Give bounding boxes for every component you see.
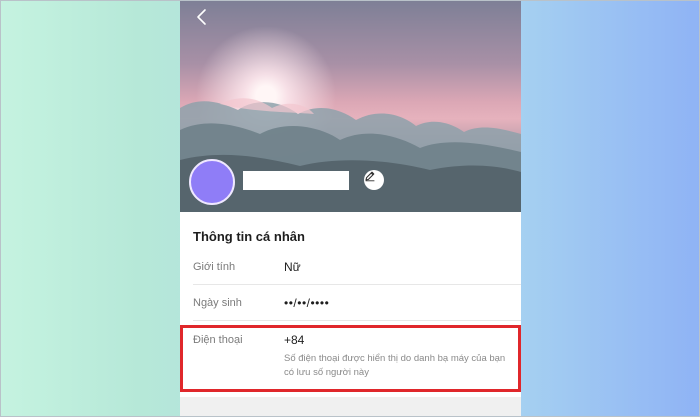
personal-info-panel: Thông tin cá nhân Giới tính Nữ Ngày sinh… bbox=[180, 212, 521, 397]
birthday-value: ••/••/•••• bbox=[284, 296, 330, 310]
section-title: Thông tin cá nhân bbox=[193, 229, 305, 244]
divider bbox=[193, 320, 521, 321]
pencil-icon[interactable] bbox=[364, 170, 384, 190]
cover-photo[interactable] bbox=[180, 0, 521, 212]
profile-screen: Thông tin cá nhân Giới tính Nữ Ngày sinh… bbox=[180, 0, 521, 417]
phone-note: Số điện thoại được hiển thị do danh bạ m… bbox=[284, 353, 506, 378]
phone-label: Điện thoại bbox=[193, 334, 243, 346]
birthday-label: Ngày sinh bbox=[193, 297, 242, 309]
phone-value: +84 bbox=[284, 333, 305, 347]
avatar[interactable] bbox=[189, 159, 235, 205]
display-name-field bbox=[243, 171, 349, 190]
gender-label: Giới tính bbox=[193, 261, 236, 273]
chevron-left-icon[interactable] bbox=[192, 7, 212, 27]
gender-value: Nữ bbox=[284, 260, 301, 274]
divider bbox=[193, 284, 521, 285]
